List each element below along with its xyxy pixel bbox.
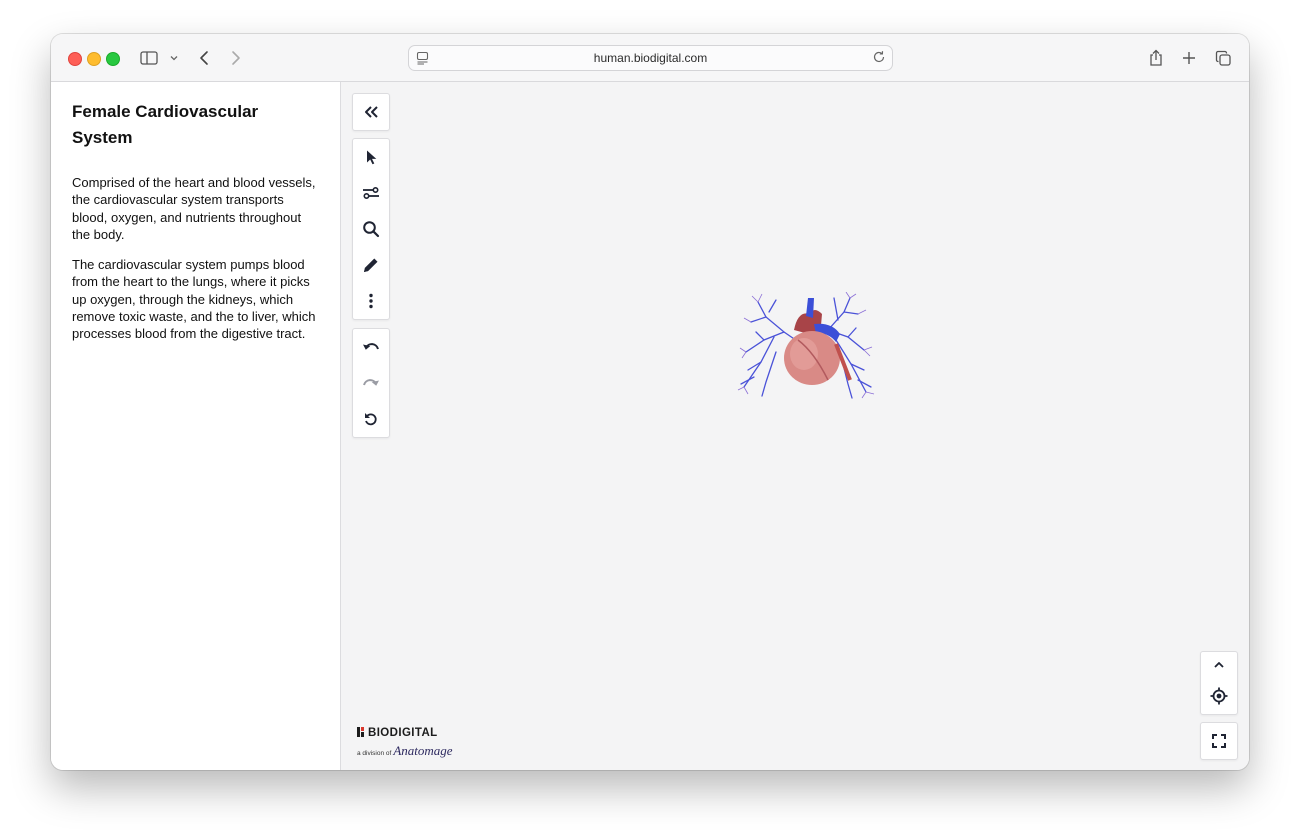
redo-icon[interactable] bbox=[353, 365, 389, 401]
biodigital-mark-icon bbox=[357, 727, 365, 737]
select-arrow-icon[interactable] bbox=[353, 139, 389, 175]
new-tab-icon[interactable] bbox=[1179, 46, 1199, 70]
sidebar-toggle-icon[interactable] bbox=[139, 46, 159, 70]
search-icon[interactable] bbox=[353, 211, 389, 247]
locate-icon[interactable] bbox=[1201, 678, 1237, 714]
info-panel: Female Cardiovascular System Comprised o… bbox=[51, 82, 341, 770]
brand-name: BIODIGITAL bbox=[357, 727, 438, 739]
close-window-button[interactable] bbox=[68, 52, 82, 66]
division-line: a division of Anatomage bbox=[357, 743, 453, 759]
page-content: Female Cardiovascular System Comprised o… bbox=[51, 82, 1249, 770]
reset-icon[interactable] bbox=[353, 401, 389, 437]
browser-window: human.biodigital.com Female Cardiovascul… bbox=[51, 34, 1249, 770]
minimize-window-button[interactable] bbox=[87, 52, 101, 66]
description-paragraph: Comprised of the heart and blood vessels… bbox=[72, 175, 316, 242]
more-vertical-icon[interactable] bbox=[353, 283, 389, 319]
heart-model[interactable] bbox=[736, 292, 876, 402]
undo-icon[interactable] bbox=[353, 329, 389, 365]
pencil-icon[interactable] bbox=[353, 247, 389, 283]
url-text: human.biodigital.com bbox=[593, 51, 708, 65]
forward-icon[interactable] bbox=[226, 46, 246, 70]
camera-controls bbox=[1200, 651, 1238, 715]
brand-text: BIODIGITAL bbox=[368, 727, 438, 739]
history-toolbar bbox=[352, 328, 390, 438]
sliders-icon[interactable] bbox=[353, 175, 389, 211]
panel-title: Female Cardiovascular System bbox=[72, 102, 259, 147]
zoom-window-button[interactable] bbox=[106, 52, 120, 66]
3d-viewer[interactable]: BIODIGITAL a division of Anatomage bbox=[341, 82, 1249, 770]
address-bar[interactable]: human.biodigital.com bbox=[408, 45, 893, 71]
chevron-up-icon[interactable] bbox=[1201, 652, 1237, 678]
tools-toolbar bbox=[352, 138, 390, 320]
division-text: a division of bbox=[357, 750, 392, 757]
browser-titlebar: human.biodigital.com bbox=[51, 34, 1249, 82]
tab-overview-icon[interactable] bbox=[1213, 46, 1233, 70]
parent-company: Anatomage bbox=[393, 743, 453, 758]
collapse-panel-button[interactable] bbox=[352, 93, 390, 131]
share-icon[interactable] bbox=[1146, 46, 1166, 70]
fullscreen-icon[interactable] bbox=[1201, 723, 1237, 759]
reload-icon[interactable] bbox=[872, 50, 886, 69]
double-chevron-left-icon[interactable] bbox=[353, 94, 389, 130]
back-icon[interactable] bbox=[194, 46, 214, 70]
chevron-down-icon[interactable] bbox=[167, 46, 181, 70]
description-paragraph: The cardiovascular system pumps blood fr… bbox=[72, 257, 316, 342]
fullscreen-button[interactable] bbox=[1200, 722, 1238, 760]
